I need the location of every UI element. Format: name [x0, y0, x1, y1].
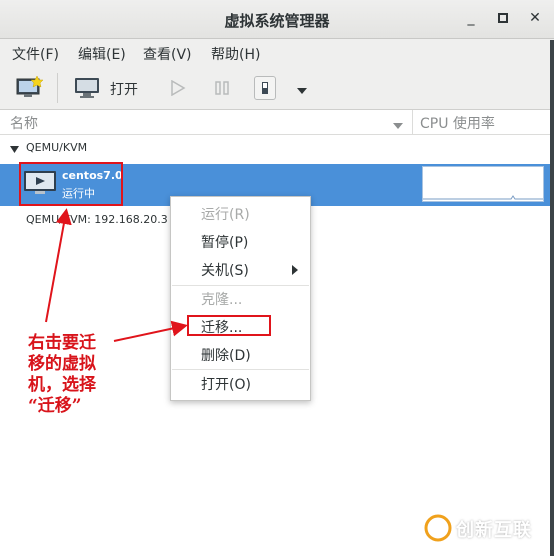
watermark-logo-icon	[424, 514, 452, 542]
annotation-text: 右击要迁 移的虚拟 机，选择 “迁移”	[28, 333, 110, 417]
window-edge	[550, 40, 554, 556]
annotation-line: 右击要迁	[28, 333, 96, 353]
virt-manager-window: 虚拟系统管理器 _ ✕ 文件(F) 编辑(E) 查看(V) 帮助(H) 打开 名…	[0, 0, 554, 556]
annotation-arrows	[45, 208, 188, 342]
watermark-text: 创新互联	[456, 520, 532, 541]
watermark: 创新互联	[420, 508, 550, 548]
annotation-line: 机，选择	[28, 375, 96, 395]
annotation-line: 移的虚拟	[28, 354, 96, 374]
annotation-line: “迁移”	[28, 396, 82, 416]
